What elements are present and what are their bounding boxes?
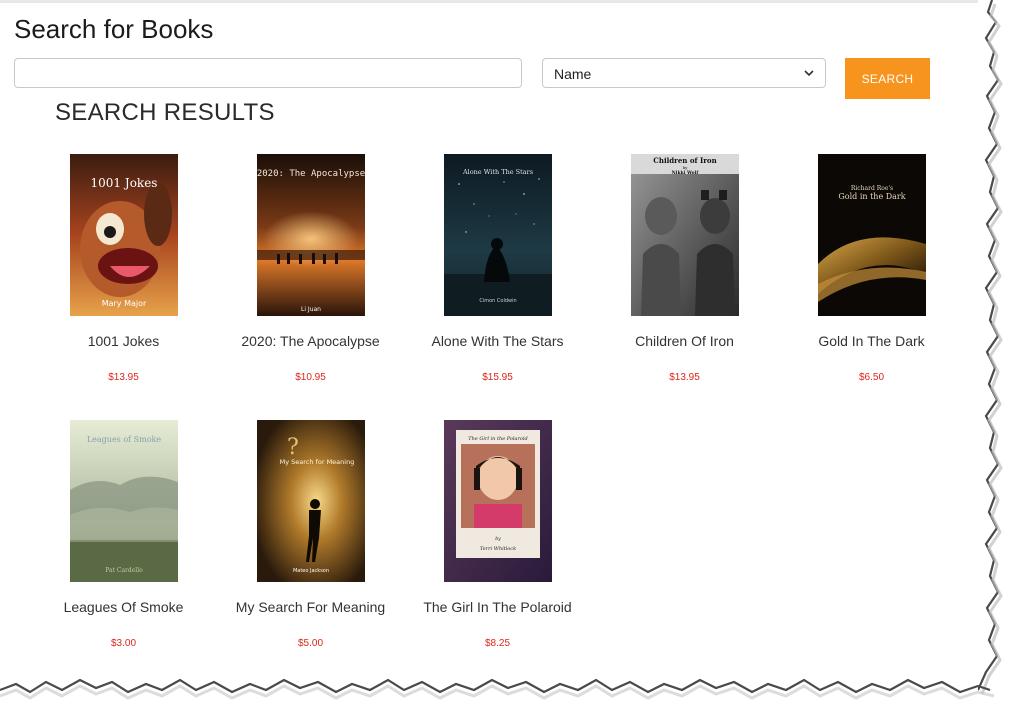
select-value: Name [554, 66, 592, 82]
book-price: $3.00 [110, 638, 137, 649]
book-card[interactable]: 2020: The Apocalypse Li Juan 2020: The A… [217, 154, 404, 383]
book-cover[interactable]: The Girl in the Polaroid by Terri Whitlo… [443, 420, 552, 582]
cover-author: Mary Major [101, 299, 146, 308]
cover-author: Mateo Jackson [292, 568, 328, 574]
book-cover[interactable]: ? My Search for Meaning Mateo Jackson [256, 420, 365, 582]
book-title[interactable]: Alone With The Stars [404, 333, 591, 349]
search-input[interactable] [14, 58, 522, 88]
page-title: Search for Books [14, 14, 214, 44]
book-title[interactable]: The Girl In The Polaroid [404, 599, 591, 615]
book-cover[interactable]: Leagues of Smoke Pat Cardello [69, 420, 178, 582]
book-price: $13.95 [669, 372, 700, 383]
book-card[interactable]: Leagues of Smoke Pat Cardello Leagues Of… [30, 420, 217, 649]
book-price: $8.25 [484, 638, 511, 649]
book-cover[interactable]: Children of Iron by Nikki Wolf [630, 154, 739, 316]
search-field-select[interactable]: Name [542, 58, 826, 88]
page: Search for Books Name SEARCH SEARCH RESU… [0, 0, 990, 690]
cover-title: 2020: The Apocalypse [257, 169, 365, 179]
cover-author: Terri Whitlock [479, 546, 515, 552]
book-title[interactable]: Gold In The Dark [778, 333, 965, 349]
book-price: $10.95 [295, 372, 326, 383]
cover-my-search-for-meaning: ? My Search for Meaning Mateo Jackson [256, 420, 365, 582]
results-heading: SEARCH RESULTS [55, 99, 275, 126]
book-card[interactable]: ? My Search for Meaning Mateo Jackson My… [217, 420, 404, 649]
cover-title: My Search for Meaning [279, 458, 354, 466]
book-card[interactable]: 1001 Jokes Mary Major 1001 Jokes $13.95 [30, 154, 217, 383]
book-price: $13.95 [108, 372, 139, 383]
cover-author: Pat Cardello [105, 567, 143, 574]
book-title[interactable]: 1001 Jokes [30, 333, 217, 349]
book-price: $5.00 [297, 638, 324, 649]
book-price: $6.50 [858, 372, 885, 383]
cover-author: Cimon Coldwin [479, 298, 516, 304]
book-price: $15.95 [482, 372, 513, 383]
cover-title: The Girl in the Polaroid [468, 436, 527, 442]
book-card[interactable]: The Girl in the Polaroid by Terri Whitlo… [404, 420, 591, 649]
search-button[interactable]: SEARCH [845, 58, 930, 99]
book-title[interactable]: Children Of Iron [591, 333, 778, 349]
cover-1001-jokes: 1001 Jokes Mary Major [69, 154, 178, 316]
book-cover[interactable]: 2020: The Apocalypse Li Juan [256, 154, 365, 316]
cover-by: by [682, 165, 688, 170]
cover-title: 1001 Jokes [90, 176, 157, 190]
book-card[interactable]: Alone With The Stars Cimon Coldwin Alone… [404, 154, 591, 383]
cover-title: Leagues of Smoke [86, 435, 161, 444]
cover-gold-in-the-dark: Richard Roe's Gold in the Dark [817, 154, 926, 316]
cover-title: Alone With The Stars [461, 168, 532, 176]
book-card[interactable]: Richard Roe's Gold in the Dark Gold In T… [778, 154, 965, 383]
top-border [0, 0, 990, 3]
book-title[interactable]: My Search For Meaning [217, 599, 404, 615]
book-title[interactable]: 2020: The Apocalypse [217, 333, 404, 349]
book-cover[interactable]: 1001 Jokes Mary Major [69, 154, 178, 316]
cover-the-girl-in-the-polaroid: The Girl in the Polaroid by Terri Whitlo… [443, 420, 552, 582]
book-cover[interactable]: Richard Roe's Gold in the Dark [817, 154, 926, 316]
cover-title: Children of Iron [653, 156, 716, 165]
cover-author: Richard Roe's [850, 185, 892, 192]
chevron-down-icon [804, 70, 814, 77]
cover-leagues-of-smoke: Leagues of Smoke Pat Cardello [69, 420, 178, 582]
cover-alone-with-the-stars: Alone With The Stars Cimon Coldwin [443, 154, 552, 316]
cover-children-of-iron: Children of Iron by Nikki Wolf [630, 154, 739, 316]
cover-author: Li Juan [301, 306, 321, 313]
cover-author: Nikki Wolf [671, 170, 699, 176]
cover-title: Gold in the Dark [838, 192, 905, 201]
book-title[interactable]: Leagues Of Smoke [30, 599, 217, 615]
book-card[interactable]: Children of Iron by Nikki Wolf Children … [591, 154, 778, 383]
cover-by: by [495, 536, 501, 542]
torn-edge-bottom [0, 678, 995, 700]
question-mark-icon: ? [287, 435, 299, 460]
cover-2020-apocalypse: 2020: The Apocalypse Li Juan [256, 154, 365, 316]
torn-edge-right [978, 0, 1003, 695]
book-cover[interactable]: Alone With The Stars Cimon Coldwin [443, 154, 552, 316]
